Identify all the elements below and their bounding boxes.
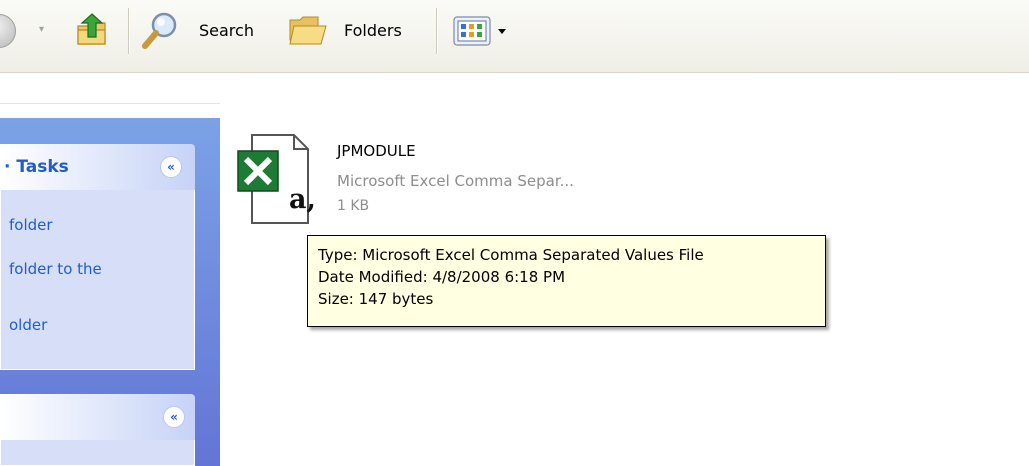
back-button[interactable] [0, 14, 16, 48]
task-link-publish-folder[interactable]: folder to the [9, 260, 102, 278]
file-type: Microsoft Excel Comma Separ... [337, 172, 574, 190]
folders-icon [289, 16, 327, 45]
views-button[interactable] [453, 16, 511, 46]
tooltip-date-modified: Date Modified: 4/8/2008 6:18 PM [318, 268, 566, 286]
file-size: 1 KB [337, 198, 370, 214]
task-link-make-folder[interactable]: folder [9, 216, 53, 234]
search-icon [142, 12, 177, 49]
folders-button-label[interactable]: Folders [344, 21, 402, 40]
csv-badge-letter: a, [289, 184, 316, 215]
up-folder-icon [77, 13, 106, 45]
other-places-header[interactable]: « [0, 394, 195, 440]
tasks-group-body: folder folder to the older [0, 190, 195, 370]
task-link-share-folder[interactable]: older [9, 316, 47, 334]
toolbar-separator [128, 8, 130, 54]
file-name[interactable]: JPMODULE [337, 142, 416, 160]
search-button-label[interactable]: Search [199, 21, 254, 40]
tooltip-size: Size: 147 bytes [318, 290, 434, 308]
address-bar-area [0, 73, 1029, 104]
folders-button[interactable] [288, 12, 328, 48]
other-places-body [0, 440, 195, 466]
toolbar-separator [436, 8, 438, 54]
file-info-tooltip: Type: Microsoft Excel Comma Separated Va… [307, 235, 826, 327]
standard-toolbar: ▾ Search Folders [0, 0, 1029, 73]
tasks-group-title: · Tasks [4, 157, 69, 177]
tooltip-type: Type: Microsoft Excel Comma Separated Va… [318, 246, 704, 264]
search-button[interactable] [140, 10, 180, 52]
views-icon [453, 16, 506, 46]
file-folder-tasks-header[interactable]: · Tasks « [0, 144, 195, 190]
up-folder-button[interactable] [75, 10, 109, 48]
task-pane: · Tasks « folder folder to the older « [0, 118, 220, 466]
back-history-dropdown[interactable]: ▾ [39, 24, 44, 35]
collapse-tasks-button[interactable]: « [160, 156, 182, 178]
collapse-other-places-button[interactable]: « [163, 406, 185, 428]
